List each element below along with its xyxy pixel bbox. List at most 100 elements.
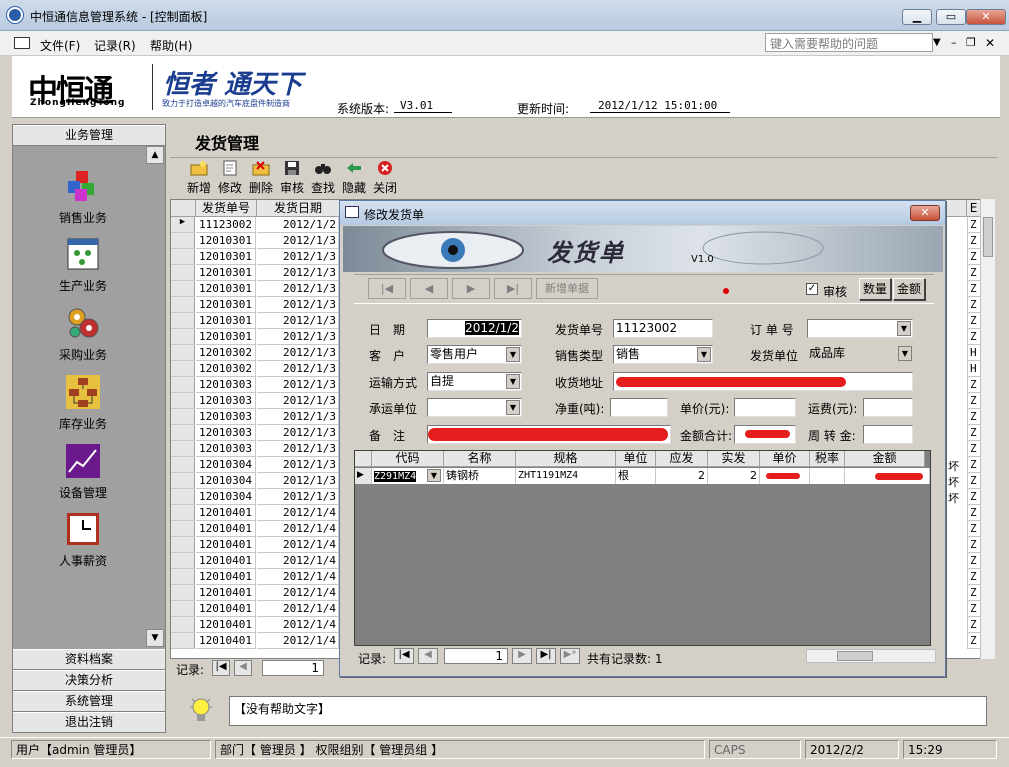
delete-button[interactable]: 删除 xyxy=(247,160,275,196)
sidebar-header-archives[interactable]: 资料档案 xyxy=(13,649,165,670)
cell-tail[interactable]: Z xyxy=(967,537,981,553)
cell-order-no[interactable]: 11123002 xyxy=(196,217,256,233)
cell-tail[interactable]: Z xyxy=(967,505,981,521)
cell-tail[interactable]: Z xyxy=(967,473,981,489)
grid-header-order-no[interactable]: 发货单号 xyxy=(196,200,257,217)
cell-order-no[interactable]: 12010401 xyxy=(196,585,256,601)
cell-date[interactable]: 2012/1/3 xyxy=(257,441,339,457)
cell-tail[interactable]: Z xyxy=(967,425,981,441)
cell-date[interactable]: 2012/1/4 xyxy=(257,553,339,569)
cell-date[interactable]: 2012/1/3 xyxy=(257,233,339,249)
new-button[interactable]: 新增 xyxy=(185,160,213,196)
cell-order-no[interactable]: 12010303 xyxy=(196,425,256,441)
row-selector[interactable] xyxy=(171,297,195,313)
cell-date[interactable]: 2012/1/3 xyxy=(257,393,339,409)
items-header-code[interactable]: 代码 xyxy=(372,451,444,467)
prev-record-icon[interactable]: ◀ xyxy=(234,660,252,676)
row-selector[interactable] xyxy=(171,361,195,377)
cell-date[interactable]: 2012/1/4 xyxy=(257,521,339,537)
cell-tail[interactable]: Z xyxy=(967,377,981,393)
mdi-close-icon[interactable]: ✕ xyxy=(985,36,995,50)
nav-new-doc-button[interactable]: 新增单据 xyxy=(536,278,598,299)
turnover-field[interactable] xyxy=(863,425,913,444)
cell-order-no[interactable]: 12010401 xyxy=(196,633,256,649)
sidebar-item-inventory[interactable]: 库存业务 xyxy=(13,375,153,432)
cell-date[interactable]: 2012/1/3 xyxy=(257,409,339,425)
cell-tail[interactable]: Z xyxy=(967,217,981,233)
cell-tail[interactable]: Z xyxy=(967,249,981,265)
cell-order-no[interactable]: 12010301 xyxy=(196,297,256,313)
cell-tail[interactable]: Z xyxy=(967,585,981,601)
cell-date[interactable]: 2012/1/4 xyxy=(257,633,339,649)
cell-order-no[interactable]: 12010303 xyxy=(196,409,256,425)
grid-vertical-scrollbar[interactable] xyxy=(980,199,995,659)
cell-date[interactable]: 2012/1/3 xyxy=(257,249,339,265)
mdi-minimize-icon[interactable]: – xyxy=(951,36,957,49)
dlg-last-record-icon[interactable]: ▶| xyxy=(536,648,556,664)
audit-checkbox[interactable]: ✓ xyxy=(806,283,818,295)
transport-combo[interactable]: 自提 ▼ xyxy=(427,372,522,391)
total-field[interactable] xyxy=(734,425,796,444)
sidebar-header-business[interactable]: 业务管理 xyxy=(13,125,165,146)
row-selector[interactable] xyxy=(171,457,195,473)
cell-date[interactable]: 2012/1/3 xyxy=(257,345,339,361)
dlg-next-record-icon[interactable]: ▶ xyxy=(512,648,532,664)
cell-order-no[interactable]: 12010304 xyxy=(196,457,256,473)
cell-tail[interactable]: H xyxy=(967,361,981,377)
row-selector[interactable] xyxy=(171,473,195,489)
find-button[interactable]: 查找 xyxy=(309,160,337,196)
sidebar-item-sales[interactable]: 销售业务 xyxy=(13,169,153,226)
sale-type-combo[interactable]: 销售 ▼ xyxy=(613,345,713,364)
sidebar-item-production[interactable]: 生产业务 xyxy=(13,237,153,294)
amount-button[interactable]: 金额 xyxy=(893,278,925,300)
row-selector[interactable] xyxy=(171,489,195,505)
cell-date[interactable]: 2012/1/3 xyxy=(257,329,339,345)
cell-tail[interactable]: Z xyxy=(967,313,981,329)
cell-tail[interactable]: Z xyxy=(967,633,981,649)
cell-date[interactable]: 2012/1/4 xyxy=(257,505,339,521)
items-header-actual[interactable]: 实发 xyxy=(708,451,760,467)
sidebar-scroll-up-icon[interactable]: ▲ xyxy=(146,146,164,164)
cell-tail[interactable]: Z xyxy=(967,489,981,505)
row-selector[interactable] xyxy=(171,633,195,649)
item-amount-cell[interactable] xyxy=(845,468,930,484)
cell-tail[interactable]: Z xyxy=(967,457,981,473)
cell-tail[interactable]: Z xyxy=(967,601,981,617)
sidebar-scroll-down-icon[interactable]: ▼ xyxy=(146,629,164,647)
row-selector[interactable] xyxy=(171,441,195,457)
row-selector[interactable] xyxy=(171,329,195,345)
cell-date[interactable]: 2012/1/3 xyxy=(257,473,339,489)
nav-last-icon[interactable]: ▶| xyxy=(494,278,532,299)
cell-tail[interactable]: Z xyxy=(967,441,981,457)
item-spec-cell[interactable]: ZHT1191MZ4 xyxy=(516,468,616,484)
cell-date[interactable]: 2012/1/2 xyxy=(257,217,339,233)
hide-button[interactable]: 隐藏 xyxy=(340,160,368,196)
dlg-record-number-field[interactable]: 1 xyxy=(444,648,508,664)
item-actual-cell[interactable]: 2 xyxy=(708,468,760,484)
chevron-down-icon[interactable]: ▼ xyxy=(697,347,711,362)
minimize-button[interactable]: ▁ xyxy=(902,9,932,25)
cell-tail[interactable]: Z xyxy=(967,553,981,569)
cell-tail[interactable]: Z xyxy=(967,233,981,249)
cell-order-no[interactable]: 12010303 xyxy=(196,393,256,409)
cell-date[interactable]: 2012/1/4 xyxy=(257,601,339,617)
cell-order-no[interactable]: 12010301 xyxy=(196,329,256,345)
dlg-prev-record-icon[interactable]: ◀ xyxy=(418,648,438,664)
chevron-down-icon[interactable]: ▼ xyxy=(897,321,911,336)
cell-order-no[interactable]: 12010304 xyxy=(196,473,256,489)
items-header-due[interactable]: 应发 xyxy=(656,451,708,467)
cell-order-no[interactable]: 12010301 xyxy=(196,249,256,265)
cell-date[interactable]: 2012/1/3 xyxy=(257,377,339,393)
item-unit-cell[interactable]: 根 xyxy=(616,468,656,484)
cell-order-no[interactable]: 12010302 xyxy=(196,361,256,377)
edit-button[interactable]: 修改 xyxy=(216,160,244,196)
cell-order-no[interactable]: 12010401 xyxy=(196,553,256,569)
cell-order-no[interactable]: 12010401 xyxy=(196,537,256,553)
sidebar-header-system[interactable]: 系统管理 xyxy=(13,691,165,712)
menu-help[interactable]: 帮助(H) xyxy=(150,37,192,54)
weight-field[interactable] xyxy=(610,398,668,417)
cell-order-no[interactable]: 12010301 xyxy=(196,265,256,281)
menu-file[interactable]: 文件(F) xyxy=(40,37,80,54)
sidebar-item-purchase[interactable]: 采购业务 xyxy=(13,306,153,363)
qty-button[interactable]: 数量 xyxy=(859,278,891,300)
